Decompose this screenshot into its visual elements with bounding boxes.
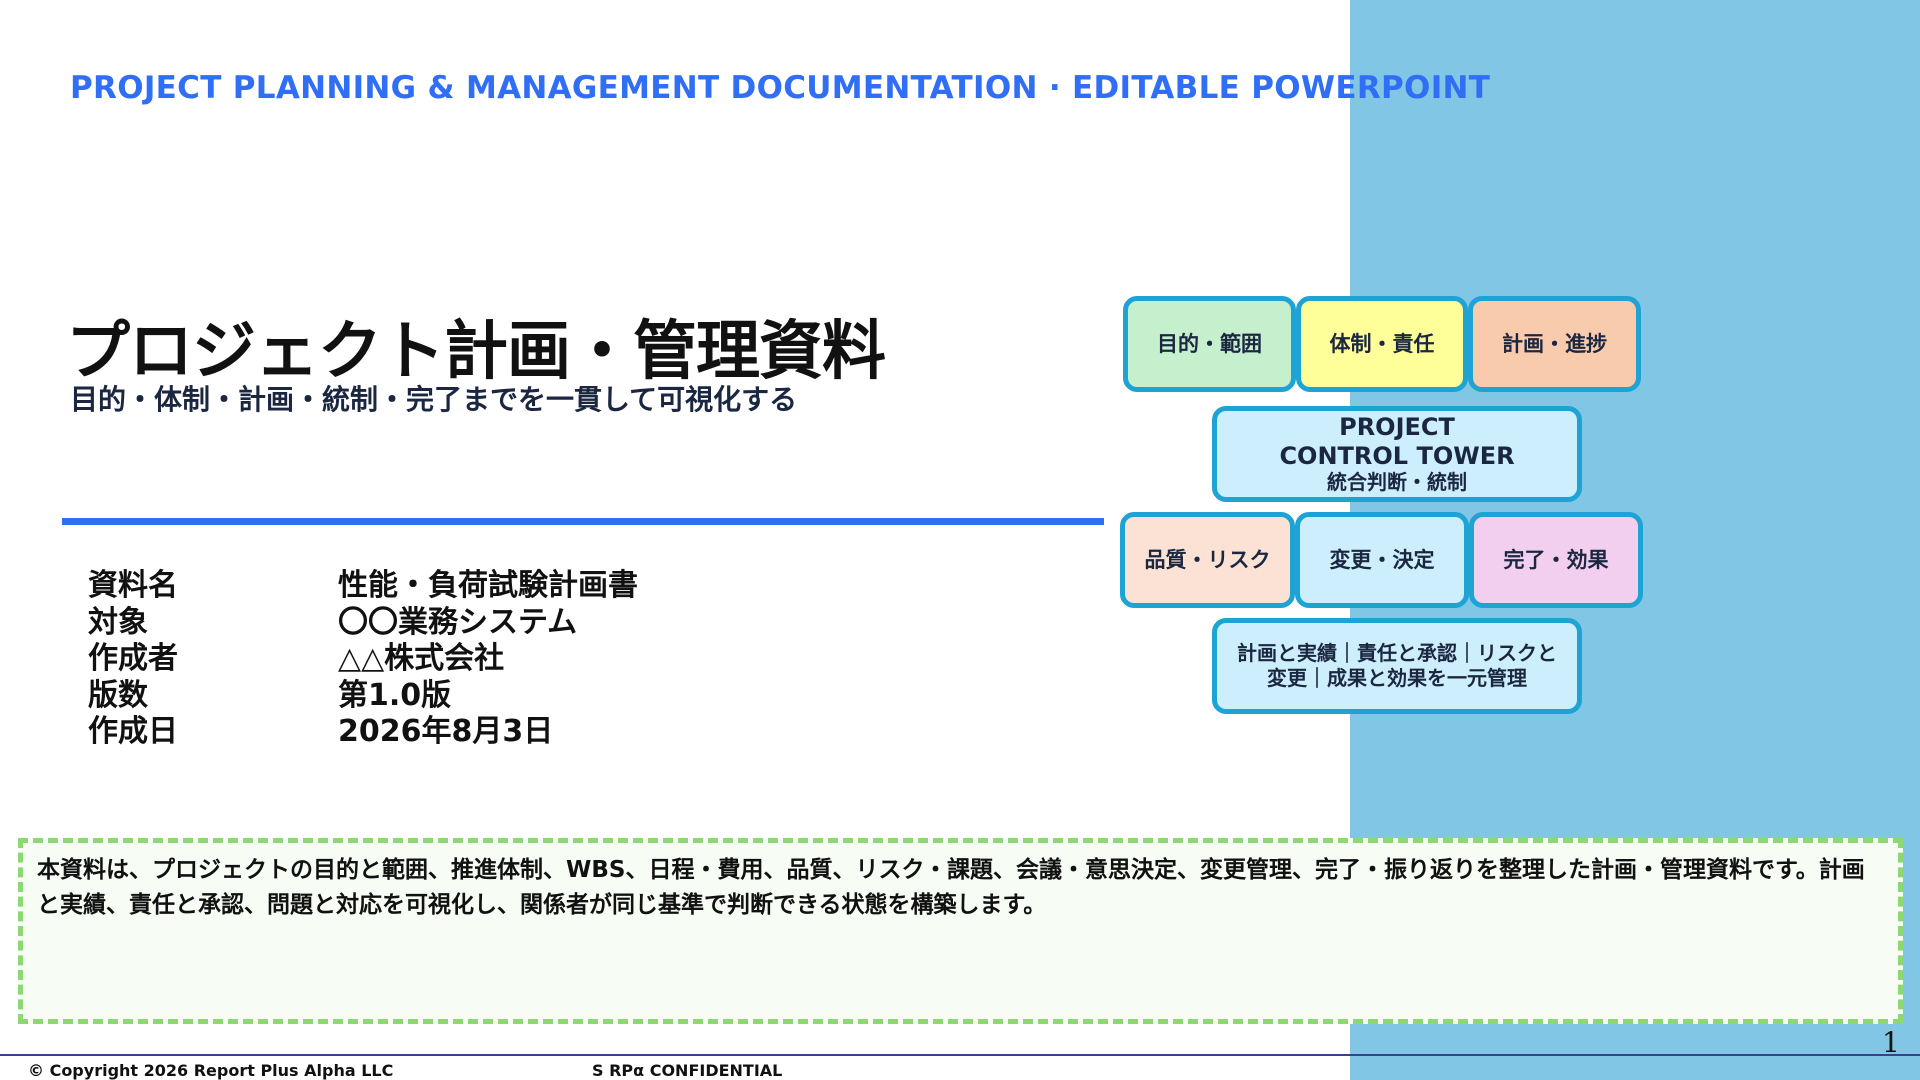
- footer-divider: [0, 1054, 1920, 1056]
- page-number: 1: [1882, 1026, 1900, 1059]
- diagram-box-quality-risk: 品質・リスク: [1120, 512, 1295, 608]
- summary-line2: 変更｜成果と効果を一元管理: [1267, 666, 1527, 690]
- footer-confidential: S RPα CONFIDENTIAL: [592, 1061, 783, 1080]
- tower-title-line1: PROJECT: [1339, 412, 1455, 441]
- header-tagline: PROJECT PLANNING & MANAGEMENT DOCUMENTAT…: [70, 70, 1491, 106]
- diagram-box-structure-responsibility: 体制・責任: [1296, 296, 1468, 392]
- diagram-summary-box: 計画と実績｜責任と承認｜リスクと 変更｜成果と効果を一元管理: [1212, 618, 1582, 714]
- description-note: 本資料は、プロジェクトの目的と範囲、推進体制、WBS、日程・費用、品質、リスク・…: [18, 838, 1903, 1024]
- diagram-box-label: 目的・範囲: [1157, 331, 1262, 356]
- diagram-box-label: 体制・責任: [1329, 331, 1435, 356]
- title-divider: [62, 518, 1104, 525]
- diagram-box-label: 完了・効果: [1503, 547, 1609, 572]
- page-subtitle: 目的・体制・計画・統制・完了までを一貫して可視化する: [70, 383, 798, 416]
- meta-row-target: 対象 〇〇業務システム: [88, 601, 638, 640]
- description-text: 本資料は、プロジェクトの目的と範囲、推進体制、WBS、日程・費用、品質、リスク・…: [37, 857, 1865, 918]
- summary-line1: 計画と実績｜責任と承認｜リスクと: [1237, 641, 1557, 665]
- document-meta: 資料名 性能・負荷試験計画書 対象 〇〇業務システム 作成者 △△株式会社 版数…: [88, 564, 638, 749]
- meta-value: 2026年8月3日: [338, 714, 554, 750]
- diagram-box-label: 品質・リスク: [1144, 547, 1271, 572]
- diagram-box-label: 計画・進捗: [1502, 331, 1607, 356]
- tower-subtitle: 統合判断・統制: [1327, 470, 1467, 495]
- meta-row-author: 作成者 △△株式会社: [88, 637, 638, 676]
- meta-row-version: 版数 第1.0版: [88, 674, 638, 713]
- diagram-box-change-decision: 変更・決定: [1295, 512, 1469, 608]
- diagram-box-label: 変更・決定: [1329, 547, 1435, 572]
- meta-label: 作成日: [88, 714, 178, 750]
- diagram-box-completion-effect: 完了・効果: [1469, 512, 1643, 608]
- diagram-box-purpose-scope: 目的・範囲: [1123, 296, 1296, 392]
- diagram-box-control-tower: PROJECT CONTROL TOWER 統合判断・統制: [1212, 406, 1582, 502]
- tower-title-line2: CONTROL TOWER: [1279, 441, 1515, 470]
- diagram-box-plan-progress: 計画・進捗: [1468, 296, 1641, 392]
- control-tower-diagram: 目的・範囲 体制・責任 計画・進捗 PROJECT CONTROL TOWER …: [1120, 296, 1645, 716]
- meta-row-date: 作成日 2026年8月3日: [88, 710, 638, 749]
- meta-row-document-name: 資料名 性能・負荷試験計画書: [88, 564, 638, 603]
- footer-copyright: © Copyright 2026 Report Plus Alpha LLC: [28, 1061, 394, 1080]
